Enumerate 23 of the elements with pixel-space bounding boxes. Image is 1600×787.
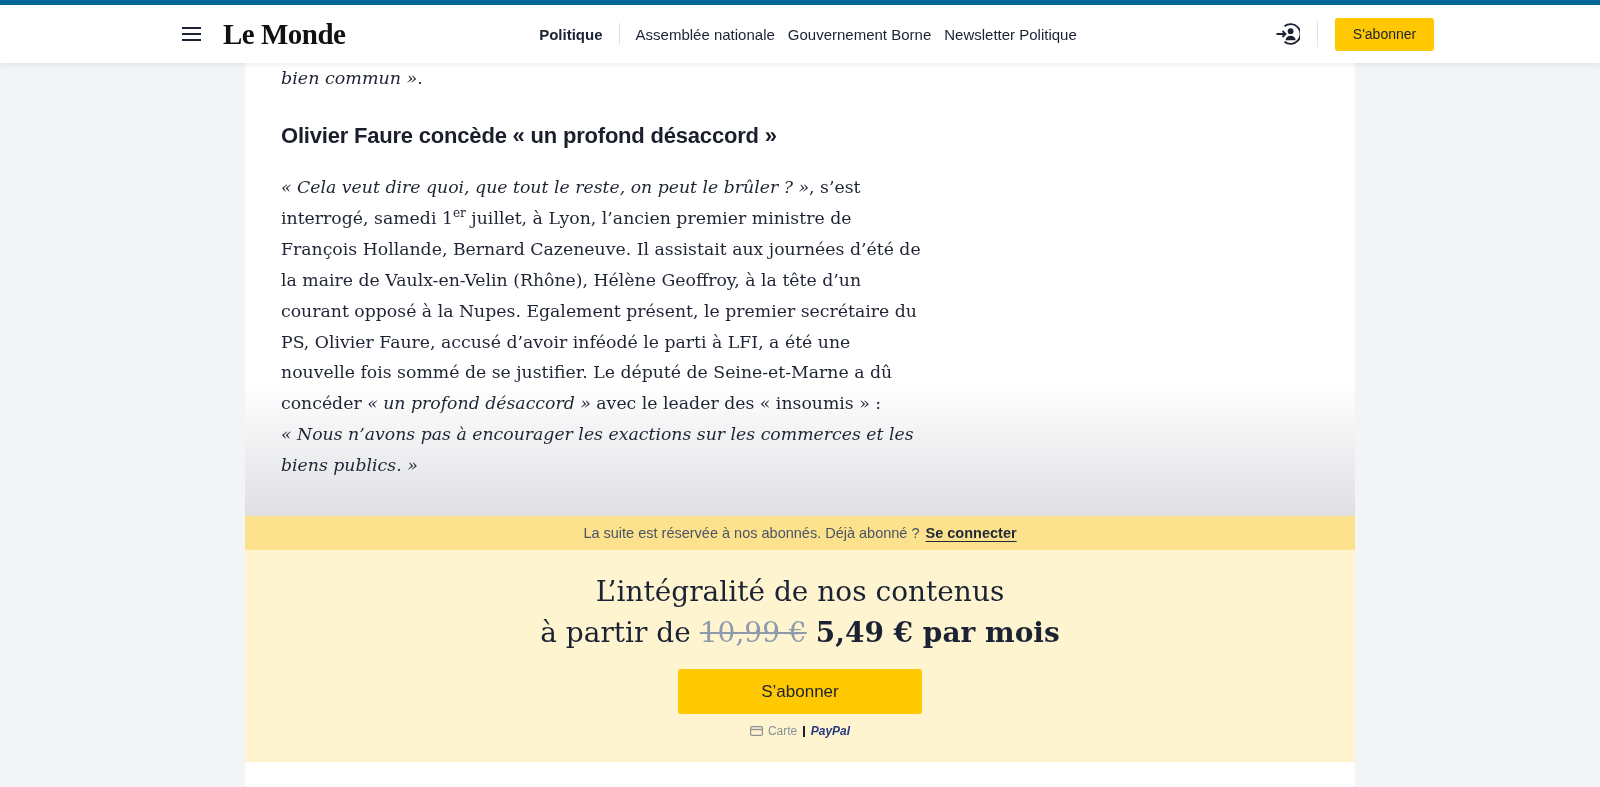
old-price: 10,99 € bbox=[699, 615, 807, 651]
menu-icon bbox=[182, 27, 201, 41]
card-label: Carte bbox=[767, 724, 798, 738]
nav-link[interactable]: Newsletter Politique bbox=[944, 25, 1077, 43]
price-intro: à partir de bbox=[540, 615, 691, 651]
login-icon bbox=[1276, 23, 1300, 45]
menu-button[interactable] bbox=[182, 27, 201, 41]
card-icon bbox=[749, 726, 763, 736]
subscribe-button[interactable]: S’abonner bbox=[678, 669, 922, 714]
subscribe-button[interactable]: S'abonner bbox=[1335, 17, 1434, 51]
paypal-logo: PayPal bbox=[810, 724, 851, 738]
nav-link[interactable]: Assemblée nationale bbox=[635, 25, 775, 43]
article-text: bien commun ». bbox=[281, 67, 423, 90]
site-logo[interactable]: Le Monde bbox=[223, 19, 346, 49]
login-button[interactable] bbox=[1276, 23, 1300, 45]
login-link[interactable]: Se connecter bbox=[925, 525, 1017, 541]
nav-link[interactable]: Politique bbox=[539, 25, 603, 43]
article-paragraph: « Cela veut dire quoi, que tout le reste, on peut le brûler ? », s’est interrogé, samedi 1$^{er}$ juillet, à Lyon, l’ancien premier ministre de François Hollande, Bernard Cazeneuve. Il assistait aux journées d’été de la maire de Vaulx-en-Velin (Rhône), Hélène Geoffroy, à la tête d’un courant opposé à la Nupes. Egalement présent, le premier secrétaire du PS, Olivier Faure, accusé d’avoir inféodé le parti à LFI, a été une nouvelle fois sommé de se justifier. Le député de Seine-et-Marne a dû concéder « un profond désaccord » avec le leader des « insoumis » : « Nous n’avons pas à encourager les exactions sur les commerces et les biens publics. » bbox=[281, 176, 921, 478]
section-heading: Olivier Faure concède « un profond désaccord » bbox=[281, 122, 777, 150]
offer-headline: L’intégralité de nos contenus bbox=[595, 574, 1005, 610]
paywall-notice: La suite est réservée à nos abonnés. Déjà abonné ? bbox=[583, 525, 920, 541]
new-price: 5,49 € par mois bbox=[815, 615, 1060, 651]
nav-link[interactable]: Gouvernement Borne bbox=[787, 25, 932, 43]
